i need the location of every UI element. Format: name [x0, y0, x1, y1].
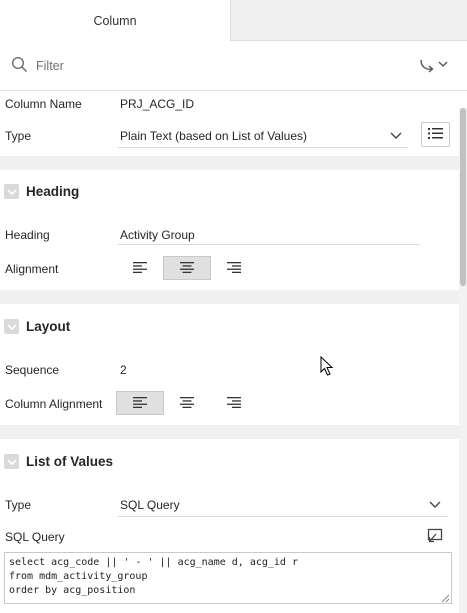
type-underline — [118, 147, 408, 148]
column-name-label: Column Name — [5, 97, 82, 111]
align-left-icon — [132, 261, 148, 276]
heading-section-title: Heading — [26, 184, 80, 199]
column-alignment-left-button[interactable] — [116, 391, 164, 415]
lov-type-select[interactable]: SQL Query — [118, 492, 448, 516]
align-right-icon — [226, 396, 242, 411]
lov-section-header[interactable]: List of Values — [4, 454, 113, 469]
column-alignment-center-button[interactable] — [163, 391, 211, 415]
sql-query-label: SQL Query — [5, 530, 65, 544]
go-to-group-icon[interactable] — [418, 57, 450, 76]
resize-grip-icon[interactable] — [440, 592, 450, 606]
sequence-label: Sequence — [5, 363, 60, 377]
section-divider — [0, 425, 459, 439]
align-right-icon — [226, 261, 242, 276]
align-left-icon — [132, 396, 148, 411]
heading-value[interactable]: Activity Group — [120, 228, 195, 242]
sql-query-textarea[interactable] — [4, 552, 452, 604]
expand-editor-icon[interactable] — [427, 528, 444, 547]
tab-column-label: Column — [93, 13, 137, 28]
list-icon — [427, 127, 444, 143]
alignment-label: Alignment — [5, 262, 59, 276]
column-name-value: PRJ_ACG_ID — [120, 97, 195, 111]
heading-underline — [118, 244, 420, 245]
lov-type-label: Type — [5, 498, 32, 512]
align-center-icon — [179, 396, 195, 411]
collapse-chevron-icon — [4, 184, 19, 199]
lov-type-underline — [118, 516, 448, 517]
type-label: Type — [5, 129, 32, 143]
column-alignment-label: Column Alignment — [5, 397, 103, 411]
type-select[interactable]: Plain Text (based on List of Values) — [118, 123, 408, 147]
collapse-chevron-icon — [4, 454, 19, 469]
layout-section-title: Layout — [26, 319, 71, 334]
heading-section-header[interactable]: Heading — [4, 184, 79, 199]
heading-label: Heading — [5, 228, 50, 242]
type-select-value: Plain Text (based on List of Values) — [120, 129, 307, 143]
sequence-value[interactable]: 2 — [120, 363, 127, 377]
align-center-icon — [179, 261, 195, 276]
alignment-center-button[interactable] — [163, 256, 211, 280]
filter-input[interactable] — [32, 55, 392, 77]
mouse-cursor-icon — [320, 355, 334, 379]
section-divider — [0, 290, 459, 304]
collapse-chevron-icon — [4, 319, 19, 334]
layout-section-header[interactable]: Layout — [4, 319, 70, 334]
chevron-down-icon — [390, 130, 402, 144]
tab-column[interactable]: Column — [0, 0, 231, 41]
lov-section-title: List of Values — [26, 454, 114, 469]
list-of-values-button[interactable] — [421, 122, 450, 147]
scrollbar-thumb[interactable] — [460, 108, 466, 286]
lov-type-select-value: SQL Query — [120, 498, 180, 512]
chevron-down-icon — [429, 499, 441, 513]
alignment-left-button[interactable] — [116, 256, 164, 280]
column-alignment-right-button[interactable] — [210, 391, 258, 415]
alignment-right-button[interactable] — [210, 256, 258, 280]
section-divider — [0, 156, 459, 170]
search-icon — [11, 56, 28, 76]
